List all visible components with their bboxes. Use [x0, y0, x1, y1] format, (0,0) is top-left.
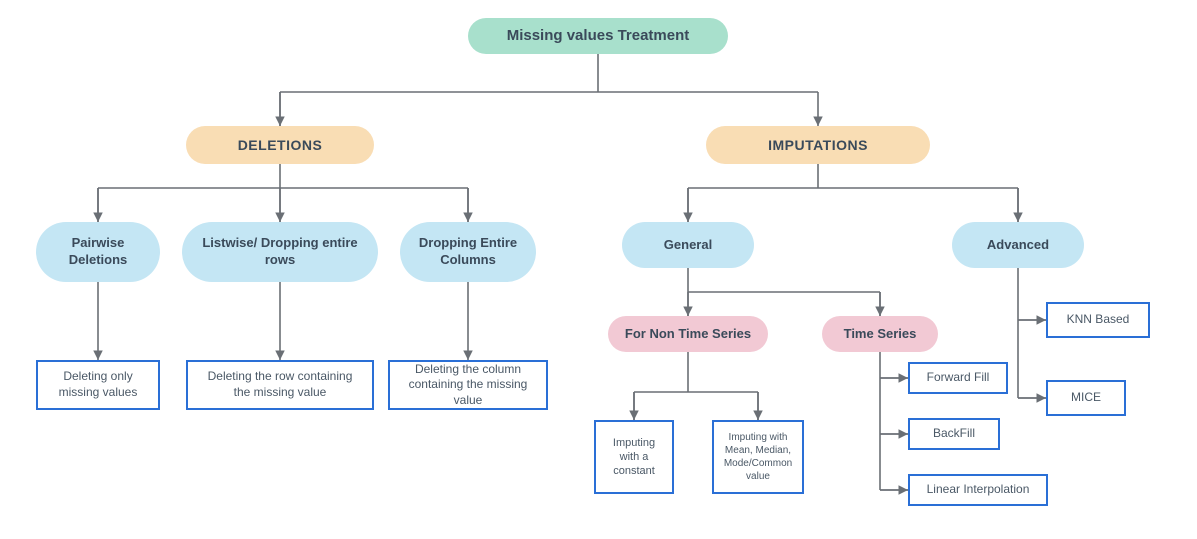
pairwise-desc-box: Deleting only missing values: [36, 360, 160, 410]
impute-stats-box: Imputing with Mean, Median, Mode/Common …: [712, 420, 804, 494]
deletions-node: DELETIONS: [186, 126, 374, 164]
drop-columns-node: Dropping Entire Columns: [400, 222, 536, 282]
time-series-node: Time Series: [822, 316, 938, 352]
listwise-desc-box: Deleting the row containing the missing …: [186, 360, 374, 410]
imputations-node: IMPUTATIONS: [706, 126, 930, 164]
impute-constant-box: Imputing with a constant: [594, 420, 674, 494]
listwise-node: Listwise/ Dropping entire rows: [182, 222, 378, 282]
pairwise-deletions-node: Pairwise Deletions: [36, 222, 160, 282]
linear-interpolation-box: Linear Interpolation: [908, 474, 1048, 506]
dropcol-desc-box: Deleting the column containing the missi…: [388, 360, 548, 410]
forward-fill-box: Forward Fill: [908, 362, 1008, 394]
mice-box: MICE: [1046, 380, 1126, 416]
advanced-node: Advanced: [952, 222, 1084, 268]
backfill-box: BackFill: [908, 418, 1000, 450]
knn-based-box: KNN Based: [1046, 302, 1150, 338]
general-node: General: [622, 222, 754, 268]
root-node: Missing values Treatment: [468, 18, 728, 54]
non-time-series-node: For Non Time Series: [608, 316, 768, 352]
